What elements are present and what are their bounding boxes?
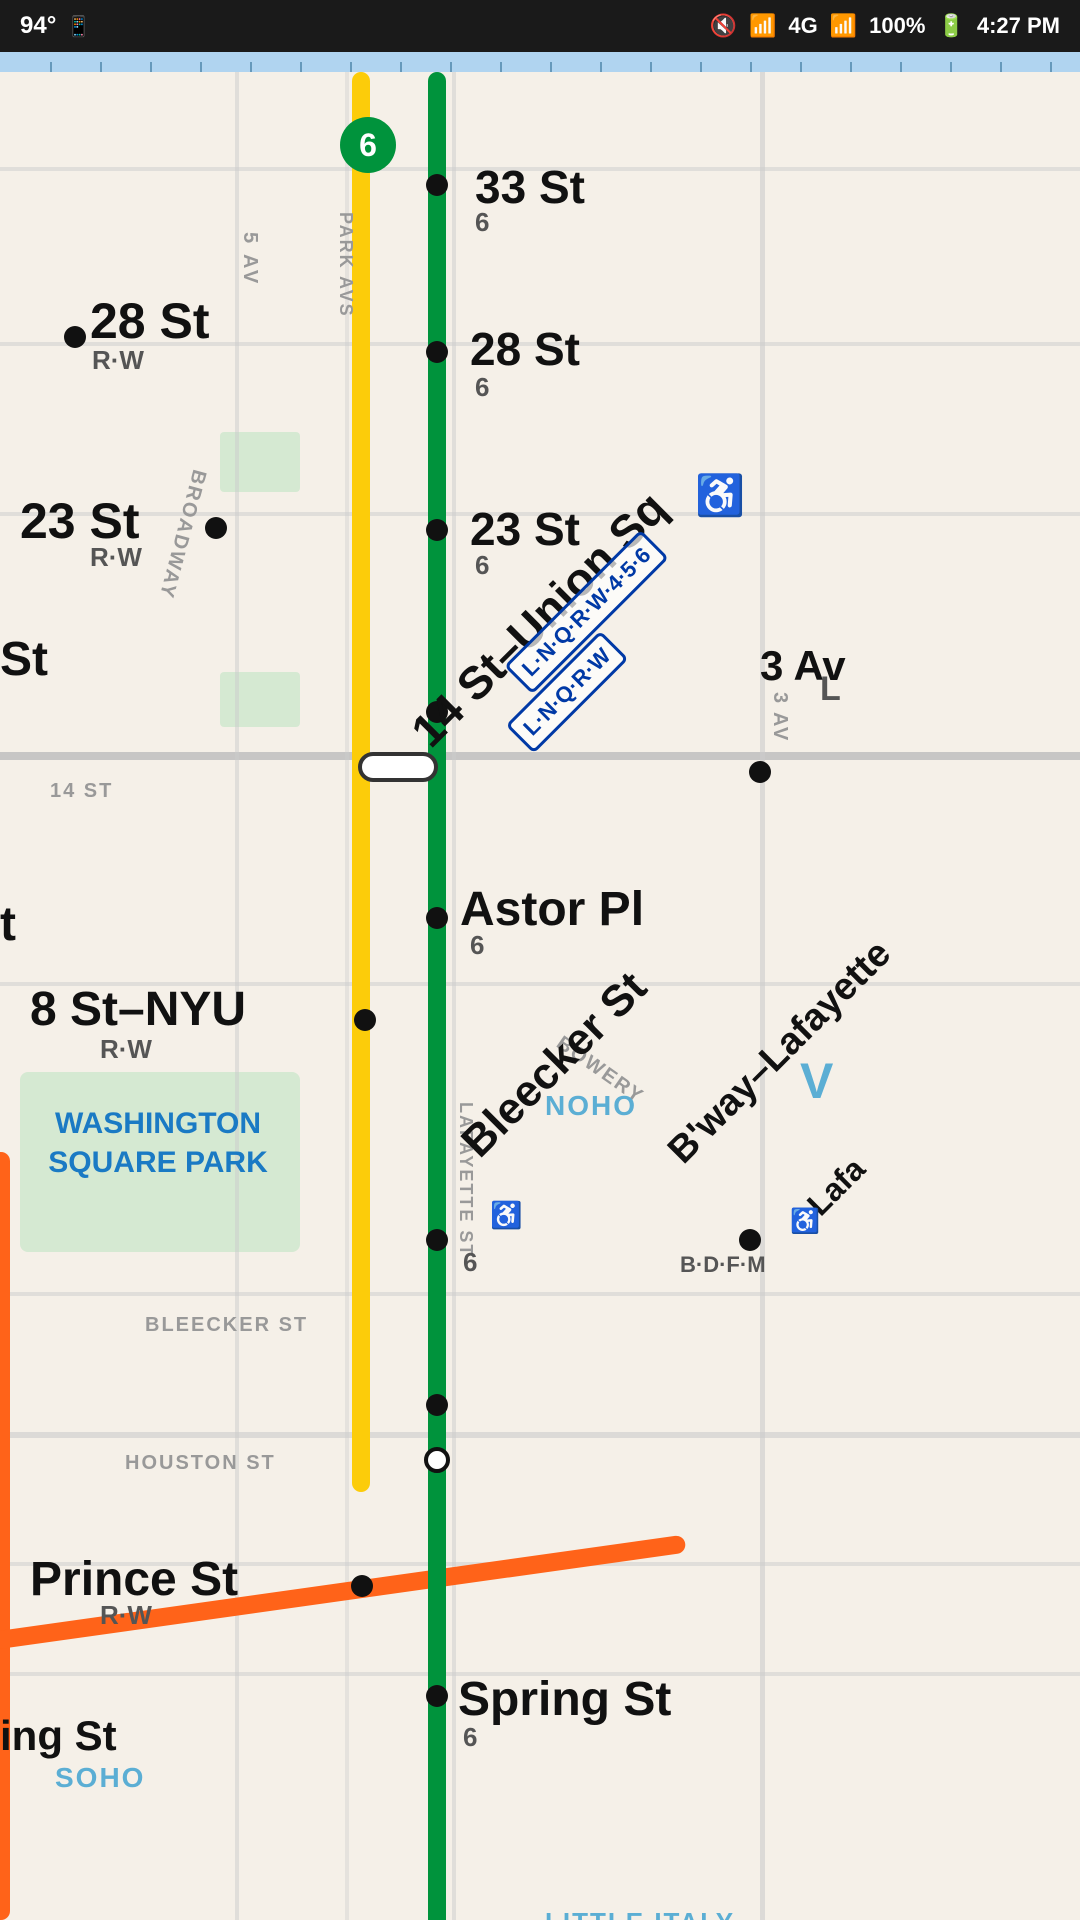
line-label-bleecker-6: 6 — [463, 1247, 477, 1278]
line-label-spring-6: 6 — [463, 1722, 477, 1753]
label-23st-6: 23 St — [470, 502, 580, 556]
temperature: 94° — [20, 12, 56, 40]
line-6-badge: 6 — [340, 117, 396, 173]
street-label-bleecker: BLEECKER ST — [145, 1314, 308, 1337]
ruler-top — [0, 52, 1080, 72]
status-right: 🔇 📶 4G 📶 100% 🔋 4:27 PM — [710, 13, 1060, 39]
street-label-5av: 5 AV — [238, 232, 261, 286]
label-bleecker-st: Bleecker St — [452, 963, 657, 1168]
label-partial-8st-left: t — [0, 897, 16, 952]
label-bway-lafayette: B'way–Lafayette — [660, 932, 900, 1172]
status-bar: 94° 📱 🔇 📶 4G 📶 100% 🔋 4:27 PM — [0, 0, 1080, 52]
label-33st: 33 St — [475, 160, 585, 214]
station-28st-6[interactable] — [426, 341, 448, 363]
wheelchair-icon-bleecker: ♿ — [490, 1200, 522, 1231]
line-label-33st-6: 6 — [475, 207, 489, 238]
street-houston — [0, 1432, 1080, 1438]
avenue-lafayette — [452, 52, 456, 1920]
label-prince-st: Prince St — [30, 1552, 238, 1607]
station-3av-14st[interactable] — [749, 761, 771, 783]
wheelchair-icon-bway-laf: ♿ — [790, 1207, 820, 1236]
label-spring-st: Spring St — [458, 1672, 671, 1727]
mute-icon: 🔇 — [710, 13, 737, 39]
line-label-astor-6: 6 — [470, 930, 484, 961]
station-33st-6[interactable] — [426, 174, 448, 196]
station-spring-st[interactable] — [426, 1685, 448, 1707]
street-label-houston: HOUSTON ST — [125, 1452, 276, 1475]
neighborhood-soho: SOHO — [55, 1762, 145, 1794]
orange-line-left — [0, 1152, 10, 1920]
avenue-3av — [760, 52, 765, 1920]
station-8st-nyu[interactable] — [354, 1009, 376, 1031]
label-partial-ing-st: ing St — [0, 1712, 117, 1760]
time: 4:27 PM — [977, 13, 1060, 39]
label-partial-st-left: St — [0, 632, 48, 687]
label-astor-pl: Astor Pl — [460, 882, 644, 937]
street-label-broadway: BROADWAY — [154, 467, 211, 601]
notification-icon: 📱 — [66, 14, 91, 39]
station-23st-6[interactable] — [426, 519, 448, 541]
street-bleecker — [0, 1292, 1080, 1296]
wifi-icon: 📶 — [749, 13, 776, 39]
badge-label: 6 — [359, 127, 377, 164]
station-bleecker-6[interactable] — [426, 1229, 448, 1251]
station-houston-transfer[interactable] — [424, 1447, 450, 1473]
line-label-28st-6: 6 — [475, 372, 489, 403]
park-patch-2 — [220, 672, 300, 727]
neighborhood-v-partial: V — [800, 1052, 835, 1110]
station-prince-st[interactable] — [351, 1575, 373, 1597]
label-l-partial: L — [820, 670, 841, 709]
line-label-23st-rw: R·W — [90, 542, 142, 573]
line-label-prince-rw: R·W — [100, 1600, 152, 1631]
label-28st-rw: 28 St — [90, 292, 210, 350]
wheelchair-icon-union: ♿ — [695, 472, 745, 519]
station-bway-lafayette[interactable] — [739, 1229, 761, 1251]
line-label-23st-6: 6 — [475, 550, 489, 581]
line-label-8st-rw: R·W — [100, 1034, 152, 1065]
washington-square-park-label: WASHINGTONSQUARE PARK — [28, 1104, 288, 1182]
avenue-park-av-s — [345, 52, 349, 1920]
street-14st — [0, 752, 1080, 760]
street-label-3av: 3 AV — [768, 692, 791, 742]
station-astor-pl[interactable] — [426, 907, 448, 929]
battery-icon: 🔋 — [937, 13, 964, 39]
station-23st-rw[interactable] — [205, 517, 227, 539]
neighborhood-little-italy: LITTLE ITALY — [545, 1907, 735, 1920]
station-houston-6[interactable] — [426, 1394, 448, 1416]
battery-percent: 100% — [869, 13, 925, 39]
station-28st-rw[interactable] — [64, 326, 86, 348]
street-label-14st: 14 ST — [50, 780, 113, 803]
map-container[interactable]: 6 33 St 6 28 St 6 28 St R·W 23 St 6 23 S… — [0, 52, 1080, 1920]
line-label-28st-rw: R·W — [92, 345, 144, 376]
signal-bars: 📶 — [830, 13, 857, 39]
label-8st-nyu: 8 St–NYU — [30, 982, 246, 1037]
network-type: 4G — [788, 13, 817, 39]
park-patch-1 — [220, 432, 300, 492]
status-left: 94° 📱 — [20, 12, 91, 40]
street-label-park-av-s: PARK AVS — [335, 212, 356, 318]
label-28st-6: 28 St — [470, 322, 580, 376]
you-are-here-marker — [358, 752, 438, 782]
line-label-bway-laf: B·D·F·M — [680, 1252, 766, 1278]
